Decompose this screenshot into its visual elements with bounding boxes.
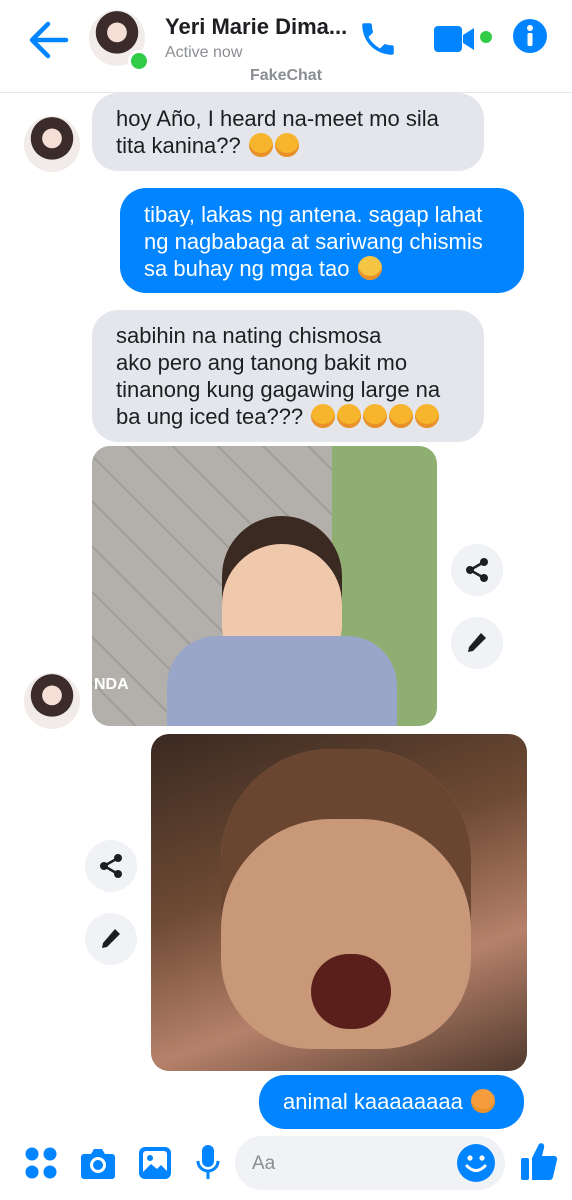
message-line: sa buhay ng mga tao [144,256,350,281]
message-line: ba ung iced tea??? [116,404,304,429]
video-call-icon[interactable] [432,20,478,58]
share-icon [466,558,488,582]
tired-face-emoji-icon [470,1089,495,1113]
photo-watermark: NDA [94,676,129,693]
message-line: hoy Año, I heard na-meet mo sila [116,106,439,131]
waving-hand-emoji-icon [357,256,382,280]
online-dot [480,31,492,43]
back-arrow-icon[interactable] [28,20,70,60]
message-bubble-outgoing[interactable]: tibay, lakas ng antena. sagap lahat ng n… [120,188,524,293]
brand-label: FakeChat [250,67,323,84]
message-line: tibay, lakas ng antena. sagap lahat [144,202,483,227]
like-icon[interactable] [519,1140,559,1187]
emoji-icon[interactable] [456,1143,496,1188]
laughing-emoji-icon [311,404,336,428]
edit-button[interactable] [451,617,503,669]
message-line: ng nagbabaga at sariwang chismis [144,229,483,254]
squinting-emoji-icon [274,133,299,157]
squinting-emoji-icon [389,404,414,428]
phone-icon[interactable] [357,18,399,60]
sent-photo[interactable] [151,734,527,1071]
camera-icon[interactable] [80,1146,116,1185]
sender-avatar[interactable] [24,673,80,729]
gallery-icon[interactable] [138,1146,172,1185]
message-line: sabihin na nating chismosa [116,323,382,348]
share-button[interactable] [451,544,503,596]
mic-icon[interactable] [195,1144,221,1187]
pencil-icon [468,633,486,652]
laughing-emoji-icon [248,133,273,157]
message-line: tinanong kung gagawing large na [116,377,441,402]
squinting-emoji-icon [415,404,440,428]
apps-icon[interactable] [24,1146,58,1185]
squinting-emoji-icon [363,404,388,428]
message-line: ako pero ang tanong bakit mo [116,350,408,375]
share-button[interactable] [85,840,137,892]
received-photo[interactable]: NDA [92,446,437,726]
contact-name[interactable]: Yeri Marie Dima... [165,14,350,40]
message-input-placeholder: Aa [252,1153,276,1174]
message-bubble-outgoing[interactable]: animal kaaaaaaaa [259,1075,524,1129]
message-line: tita kanina?? [116,133,241,158]
message-bubble-incoming[interactable]: sabihin na nating chismosa ako pero ang … [92,310,484,442]
edit-button[interactable] [85,913,137,965]
laughing-emoji-icon [337,404,362,428]
sender-avatar[interactable] [24,116,80,172]
pencil-icon [102,929,120,948]
message-line: animal kaaaaaaaa [283,1089,463,1114]
active-status: Active now [165,44,243,61]
info-icon[interactable] [512,18,548,54]
share-icon [100,854,122,878]
message-bubble-incoming[interactable]: hoy Año, I heard na-meet mo sila tita ka… [92,93,484,171]
active-status-dot [128,50,150,72]
